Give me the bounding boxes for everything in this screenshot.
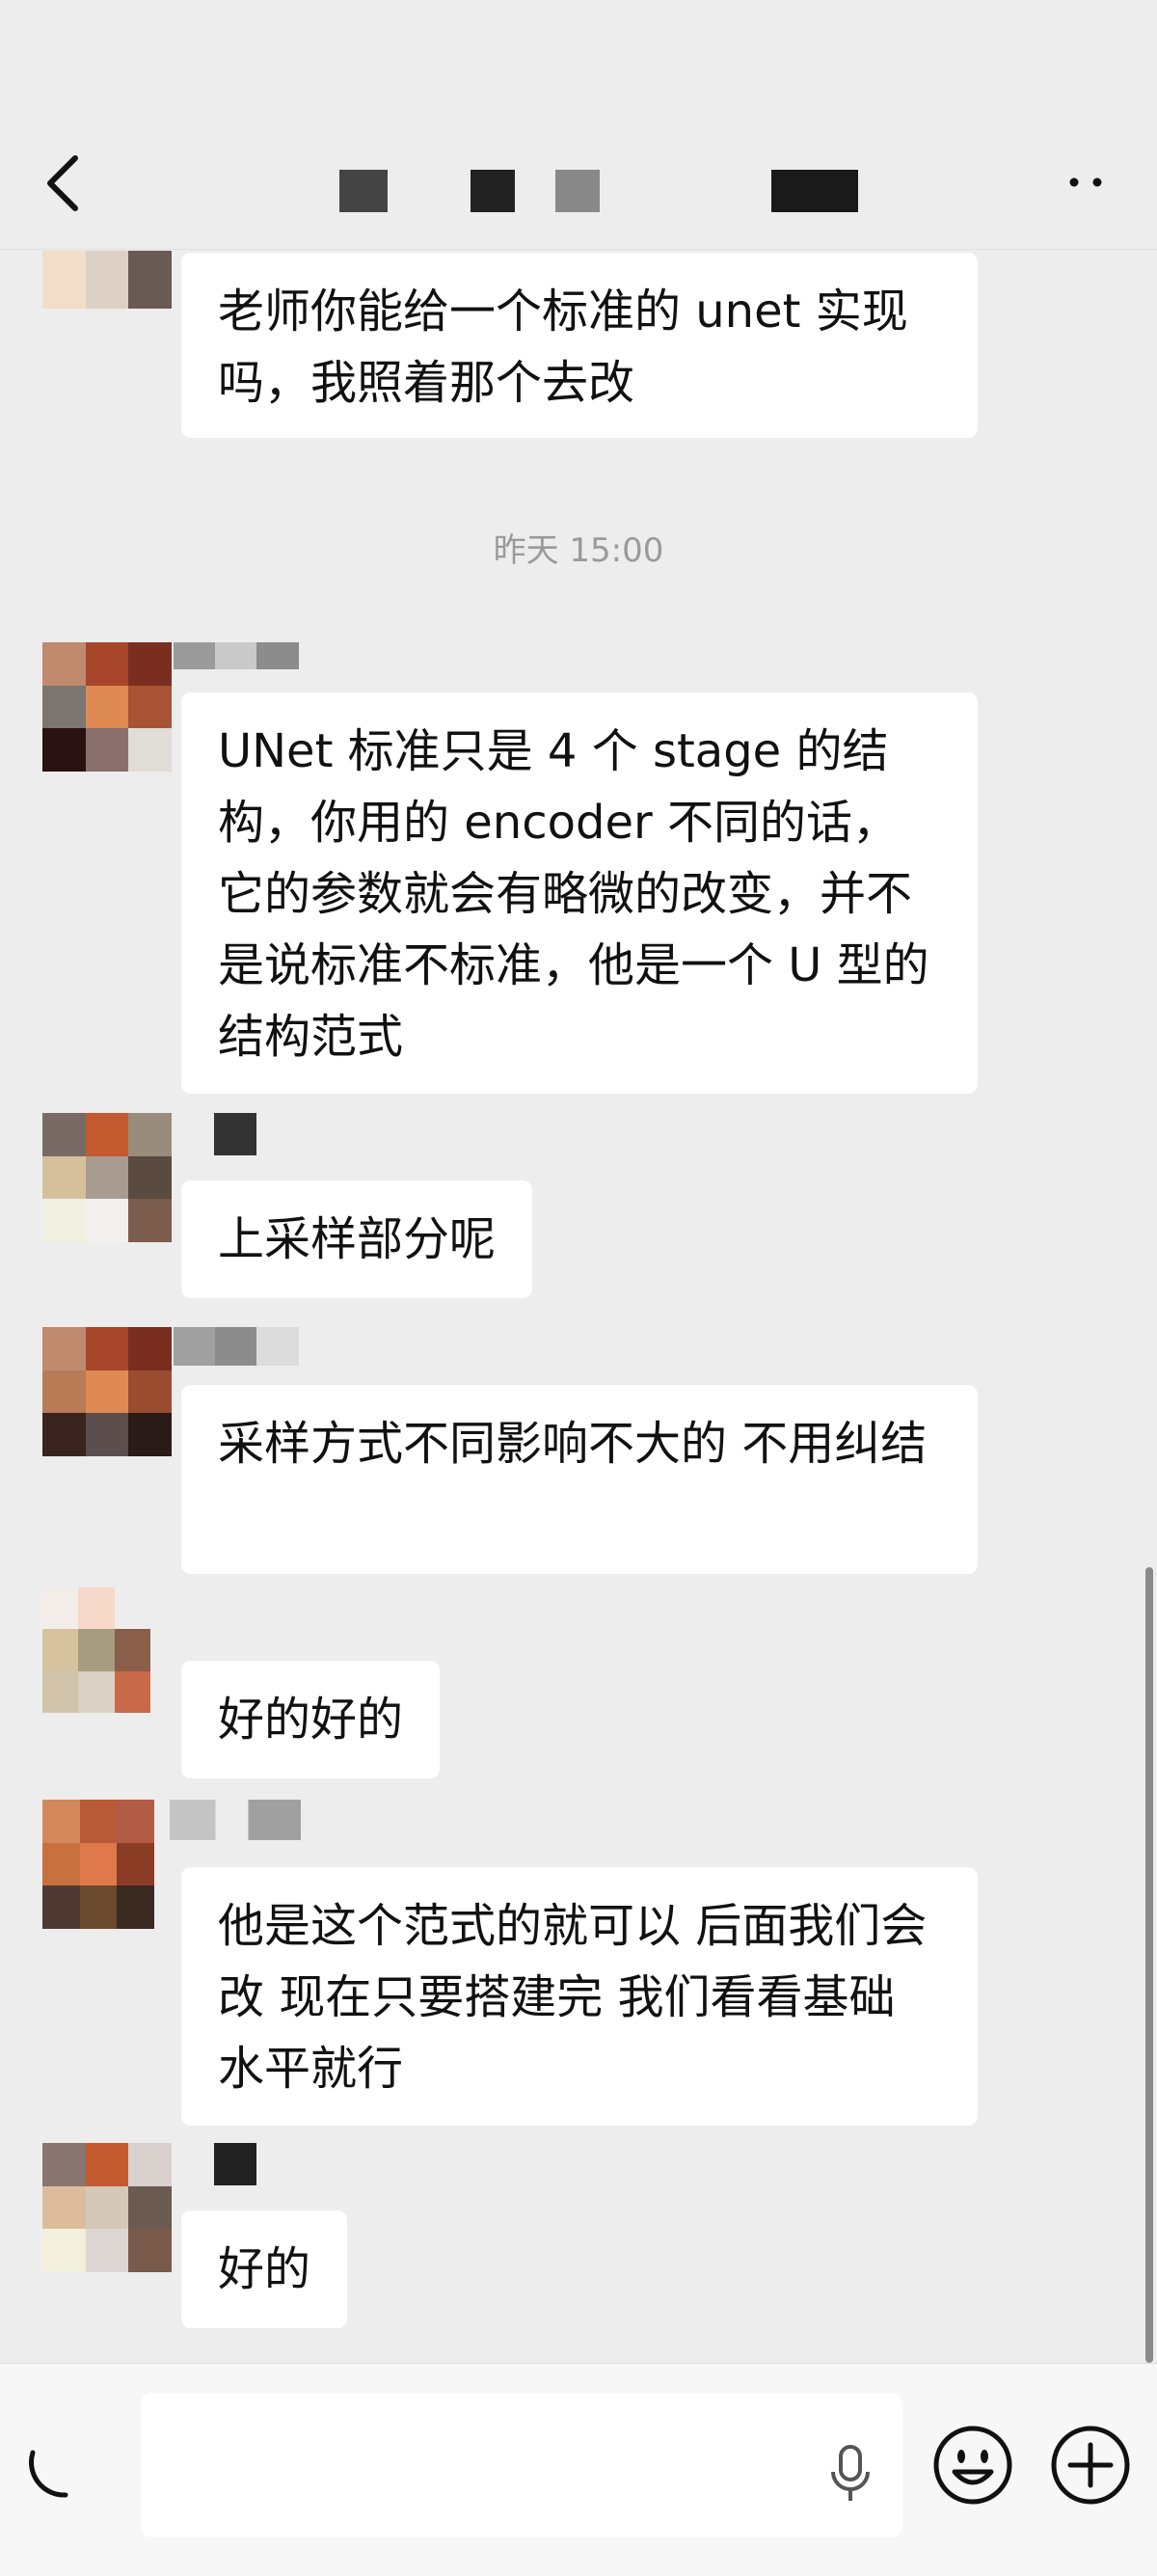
sender-name bbox=[170, 1800, 301, 1840]
avatar[interactable] bbox=[42, 251, 172, 309]
message-text: 采样方式不同影响不大的 不用纠结 bbox=[218, 1417, 928, 1471]
message-input[interactable] bbox=[141, 2393, 902, 2537]
message-text: 老师你能给一个标准的 unet 实现吗，我照着那个去改 bbox=[218, 285, 908, 410]
plus-icon[interactable] bbox=[1047, 2422, 1134, 2508]
redacted-title-block bbox=[339, 170, 388, 212]
avatar[interactable] bbox=[42, 1800, 154, 1929]
chevron-left-icon[interactable] bbox=[40, 152, 94, 214]
scrollbar[interactable] bbox=[1145, 1567, 1153, 2363]
chat-header bbox=[0, 0, 1157, 250]
message-bubble[interactable]: 老师你能给一个标准的 unet 实现吗，我照着那个去改 bbox=[181, 253, 978, 438]
message-text: 好的好的 bbox=[218, 1693, 404, 1747]
message-list[interactable]: 老师你能给一个标准的 unet 实现吗，我照着那个去改 昨天 15:00 UNe… bbox=[0, 0, 1157, 2363]
message-bubble[interactable]: 上采样部分呢 bbox=[181, 1180, 533, 1298]
avatar[interactable] bbox=[42, 1587, 150, 1713]
chat-timestamp: 昨天 15:00 bbox=[493, 531, 664, 570]
input-bar bbox=[0, 2363, 1157, 2576]
message-text: 好的 bbox=[218, 2242, 311, 2296]
avatar[interactable] bbox=[42, 642, 172, 772]
message-bubble[interactable]: 好的好的 bbox=[181, 1661, 441, 1778]
sender-name bbox=[214, 1113, 256, 1155]
sender-name bbox=[174, 1327, 299, 1366]
avatar[interactable] bbox=[42, 2143, 172, 2272]
message-bubble[interactable]: 采样方式不同影响不大的 不用纠结 bbox=[181, 1385, 978, 1574]
more-icon[interactable] bbox=[1059, 168, 1113, 197]
message-text: UNet 标准只是 4 个 stage 的结构，你用的 encoder 不同的话… bbox=[218, 724, 929, 1064]
sender-name bbox=[174, 642, 299, 669]
redacted-title-block bbox=[771, 170, 858, 212]
message-text: 他是这个范式的就可以 后面我们会改 现在只要搭建完 我们看看基础水平就行 bbox=[218, 1899, 928, 2096]
message-bubble[interactable]: UNet 标准只是 4 个 stage 的结构，你用的 encoder 不同的话… bbox=[181, 692, 978, 1094]
voice-icon[interactable] bbox=[27, 2443, 85, 2501]
mic-icon[interactable] bbox=[825, 2443, 875, 2505]
message-text: 上采样部分呢 bbox=[218, 1212, 497, 1266]
redacted-title-block bbox=[471, 170, 515, 212]
message-bubble[interactable]: 他是这个范式的就可以 后面我们会改 现在只要搭建完 我们看看基础水平就行 bbox=[181, 1867, 978, 2126]
redacted-title-block bbox=[555, 170, 600, 212]
avatar[interactable] bbox=[42, 1327, 172, 1456]
sender-name bbox=[214, 2143, 256, 2185]
avatar[interactable] bbox=[42, 1113, 172, 1242]
emoji-icon[interactable] bbox=[929, 2422, 1016, 2508]
message-bubble[interactable]: 好的 bbox=[181, 2210, 348, 2328]
